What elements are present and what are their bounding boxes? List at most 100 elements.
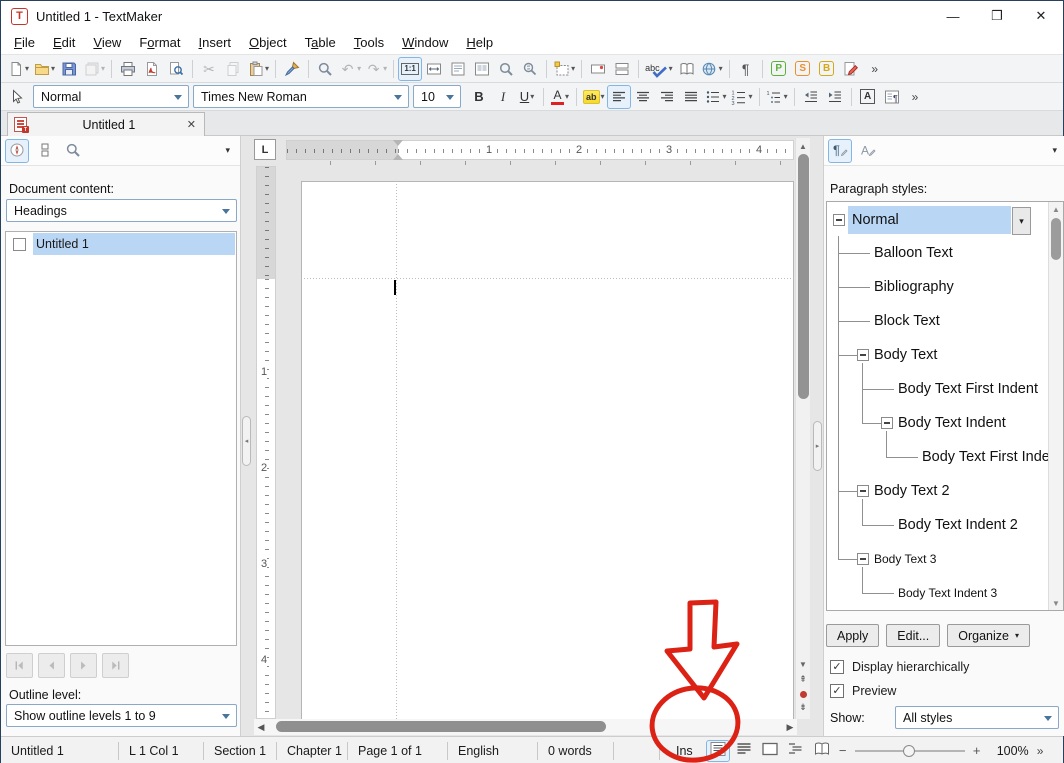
formatting-marks-button[interactable]: ¶ <box>734 57 758 81</box>
indent-marker[interactable] <box>392 140 404 162</box>
horizontal-scrollbar[interactable]: ◀ ▶ <box>254 719 797 735</box>
align-center-button[interactable] <box>631 85 655 109</box>
character-styles-button[interactable]: A <box>856 139 880 163</box>
save-all-caret-icon[interactable]: ▾ <box>101 64 105 73</box>
previous-page-button[interactable]: ⇞ <box>796 672 810 687</box>
collapse-expander-icon[interactable] <box>857 485 869 497</box>
paragraph-styles-button[interactable]: ¶ <box>828 139 852 163</box>
style-tree-item[interactable]: Bibliography <box>827 270 1048 304</box>
document-content-select[interactable]: Headings <box>6 199 237 222</box>
zoom-actual-button[interactable]: 1:1 <box>398 57 422 81</box>
thesaurus-button[interactable] <box>675 57 699 81</box>
status-field[interactable]: 0 words <box>538 742 614 760</box>
zoom-slider[interactable] <box>855 741 965 761</box>
insert-frame-button[interactable]: ▾ <box>551 57 577 81</box>
menu-window[interactable]: Window <box>393 33 457 52</box>
style-tree-item[interactable]: Body Text First Indent <box>827 372 1048 406</box>
document-tab[interactable]: T Untitled 1 ✕ <box>7 112 205 136</box>
font-size-select[interactable]: 10 <box>413 85 461 108</box>
multi-column-view-button[interactable] <box>470 57 494 81</box>
view-frame-button[interactable] <box>758 740 782 762</box>
proof-s-button[interactable]: S <box>791 57 815 81</box>
paragraph-style-select[interactable]: Normal <box>33 85 189 108</box>
format-brush-button[interactable] <box>280 57 304 81</box>
status-field[interactable]: Section 1 <box>204 742 277 760</box>
insert-frame-caret-icon[interactable]: ▾ <box>571 64 575 73</box>
align-justify-button[interactable] <box>679 85 703 109</box>
vertical-ruler[interactable]: 1234 <box>256 166 276 719</box>
bold-button[interactable]: B <box>467 85 491 109</box>
underline-caret-icon[interactable]: ▾ <box>530 92 534 101</box>
left-panel-splitter[interactable]: ◂ <box>242 416 251 466</box>
scroll-right-icon[interactable]: ▶ <box>783 722 797 733</box>
toolbar-overflow-button[interactable]: » <box>863 57 887 81</box>
style-name[interactable]: Body Text 3 <box>874 552 936 566</box>
style-tree-item[interactable]: Block Text <box>827 304 1048 338</box>
panel-search-button[interactable] <box>61 139 85 163</box>
scroll-up-icon[interactable]: ▲ <box>796 138 810 154</box>
zoom-slider-knob[interactable] <box>903 745 915 757</box>
style-tree-item[interactable]: Body Text 2 <box>827 474 1048 508</box>
tree-scrollbar[interactable]: ▲ ▼ <box>1048 202 1063 610</box>
style-name[interactable]: Bibliography <box>874 279 954 295</box>
numbered-list-button[interactable]: 123▾ <box>729 85 755 109</box>
panes-button[interactable] <box>33 139 57 163</box>
display-hierarchically-checkbox[interactable]: ✓Display hierarchically <box>830 660 969 674</box>
horizontal-scroll-thumb[interactable] <box>276 721 606 732</box>
style-tree-item[interactable]: Body Text First Indent 2 <box>827 440 1048 474</box>
tab-stop-row[interactable] <box>286 161 794 165</box>
italic-button[interactable]: I <box>491 85 515 109</box>
new-document-caret-icon[interactable]: ▾ <box>25 64 29 73</box>
track-changes-button[interactable] <box>839 57 863 81</box>
vertical-scrollbar[interactable]: ▲ ▼ ⇞ ⇟ <box>795 138 810 719</box>
list-item[interactable]: Untitled 1 <box>7 233 235 255</box>
organize-button[interactable]: Organize▾ <box>947 624 1030 647</box>
paste-caret-icon[interactable]: ▾ <box>265 64 269 73</box>
numbered-caret-icon[interactable]: ▾ <box>749 92 753 101</box>
preview-checkbox[interactable]: ✓Preview <box>830 684 896 698</box>
align-left-button[interactable] <box>607 85 631 109</box>
style-tree-item[interactable]: Body Text <box>827 338 1048 372</box>
export-pdf-button[interactable] <box>140 57 164 81</box>
style-name[interactable]: Body Text Indent <box>898 415 1006 431</box>
magnifier-plus-button[interactable] <box>518 57 542 81</box>
status-field[interactable]: Chapter 1 <box>277 742 348 760</box>
status-field[interactable]: Page 1 of 1 <box>348 742 448 760</box>
font-color-caret-icon[interactable]: ▾ <box>565 92 569 101</box>
font-color-button[interactable]: A▾ <box>548 85 572 109</box>
magnifier-button[interactable] <box>494 57 518 81</box>
item-checkbox[interactable] <box>13 238 26 251</box>
character-dialog-button[interactable]: A <box>856 85 880 109</box>
close-button[interactable]: ✕ <box>1019 1 1063 31</box>
search-button[interactable] <box>313 57 337 81</box>
menu-file[interactable]: File <box>5 33 44 52</box>
style-tree-item[interactable]: Body Text Indent 3 <box>827 576 1048 610</box>
view-book-button[interactable] <box>810 740 834 762</box>
style-dropdown-button[interactable]: ▾ <box>1012 207 1031 235</box>
menu-tools[interactable]: Tools <box>345 33 393 52</box>
collapse-expander-icon[interactable] <box>857 349 869 361</box>
page-view-button[interactable] <box>446 57 470 81</box>
zoom-out-button[interactable]: − <box>835 743 851 758</box>
style-tree-item[interactable]: Normal▾ <box>827 204 1048 236</box>
status-field[interactable]: Untitled 1 <box>1 742 119 760</box>
style-name[interactable]: Balloon Text <box>874 245 953 261</box>
style-tree-item[interactable]: Body Text 3 <box>827 542 1048 576</box>
highlight-button[interactable]: ab▾ <box>581 85 607 109</box>
style-name[interactable]: Body Text 2 <box>874 483 950 499</box>
menu-format[interactable]: Format <box>130 33 189 52</box>
format-toolbar-overflow[interactable]: » <box>912 90 919 104</box>
menu-table[interactable]: Table <box>296 33 345 52</box>
panel-menu-chevron-icon[interactable]: ▾ <box>1052 145 1057 156</box>
style-name[interactable]: Normal <box>848 206 1011 234</box>
navigator-compass-button[interactable] <box>5 139 29 163</box>
open-folder-caret-icon[interactable]: ▾ <box>51 64 55 73</box>
menu-view[interactable]: View <box>84 33 130 52</box>
horizontal-ruler[interactable]: 1234 <box>286 140 794 160</box>
outline-list-button[interactable]: 1▾ <box>764 85 790 109</box>
minimize-button[interactable]: — <box>931 1 975 31</box>
panel-menu-chevron-icon[interactable]: ▾ <box>225 145 230 156</box>
insert-mode-indicator[interactable]: Ins <box>660 744 705 758</box>
scroll-down-icon[interactable]: ▼ <box>796 656 810 672</box>
style-name[interactable]: Body Text <box>874 347 937 363</box>
